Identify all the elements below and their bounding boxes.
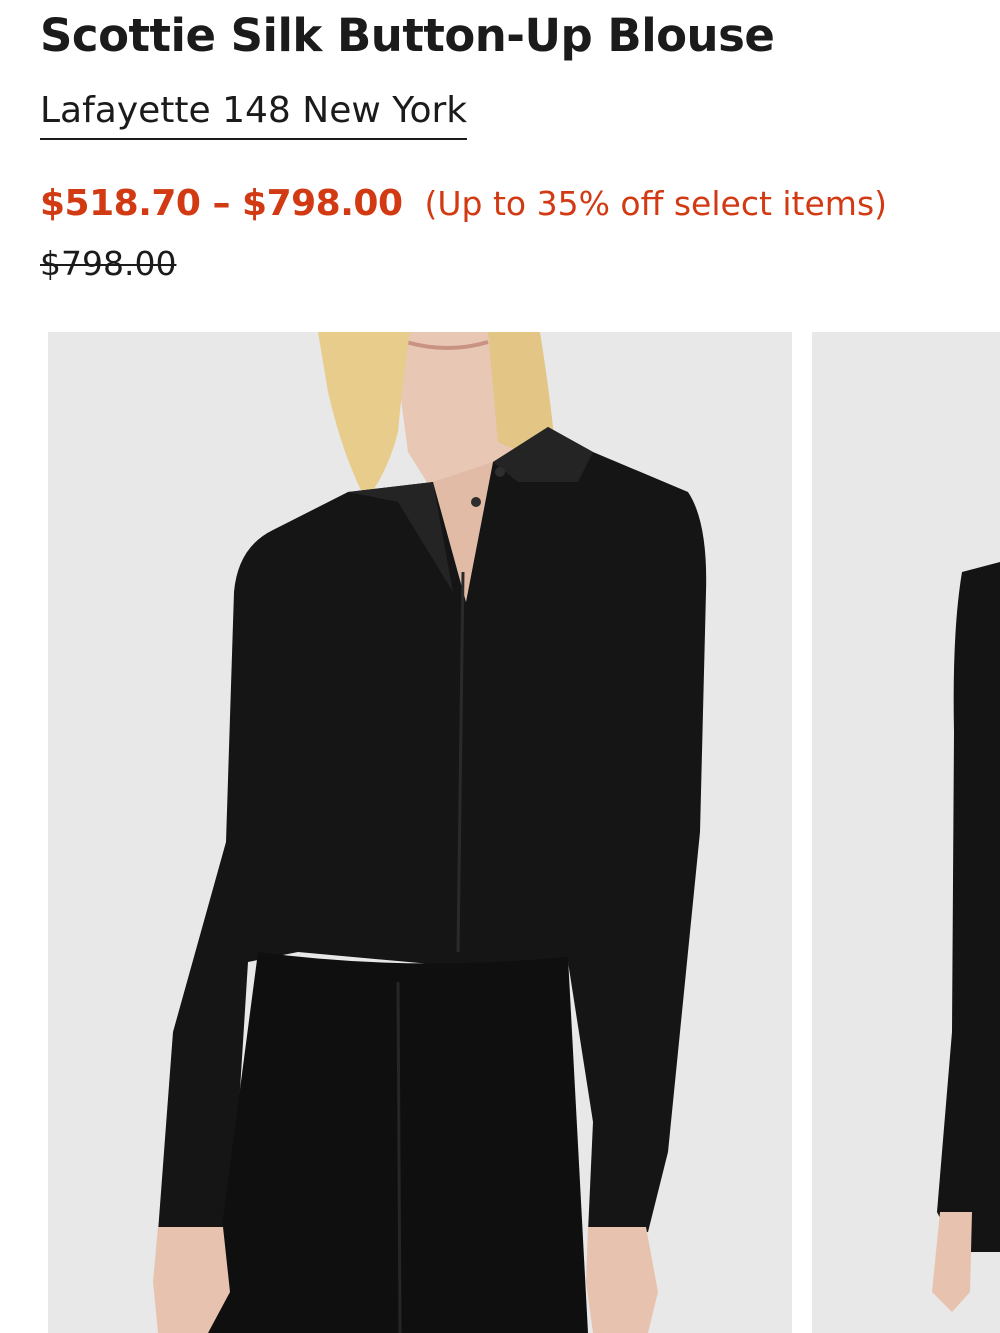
- image-gallery[interactable]: [40, 332, 1000, 1333]
- product-title: Scottie Silk Button-Up Blouse: [40, 9, 775, 62]
- original-price: $798.00: [40, 244, 177, 283]
- brand-link[interactable]: Lafayette 148 New York: [40, 86, 468, 140]
- sale-price-range: $518.70 – $798.00: [40, 183, 403, 224]
- model-photo-partial: [812, 332, 1000, 1333]
- product-image-main[interactable]: [40, 332, 792, 1333]
- product-image-next[interactable]: [812, 332, 1000, 1333]
- price-row: $518.70 – $798.00 (Up to 35% off select i…: [40, 178, 887, 236]
- discount-note: (Up to 35% off select items): [424, 184, 888, 223]
- model-photo: [48, 332, 792, 1333]
